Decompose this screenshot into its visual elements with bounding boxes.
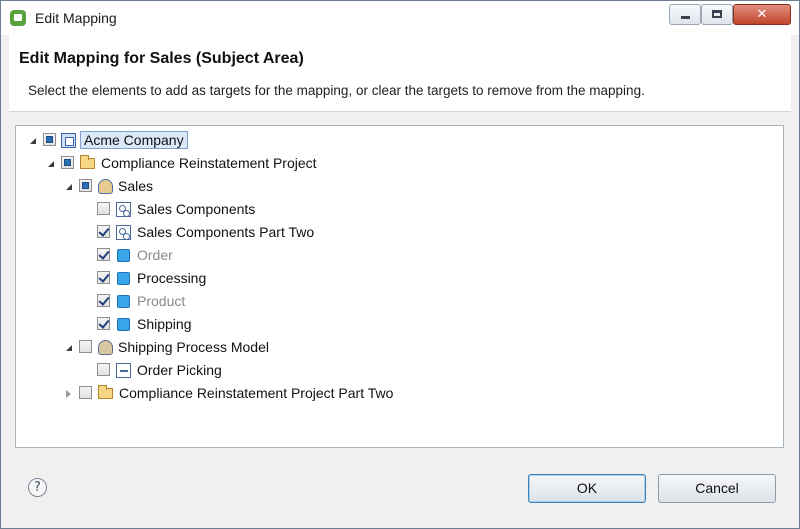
tree-item-label: Shipping — [137, 316, 192, 332]
tree-item-label: Sales Components — [137, 201, 256, 217]
tree-checkbox[interactable] — [97, 363, 110, 376]
maximize-button[interactable] — [701, 4, 733, 25]
tree-item-processing[interactable]: Processing — [97, 269, 397, 289]
close-icon: ✕ — [756, 7, 768, 22]
tree-checkbox[interactable] — [97, 317, 110, 330]
help-icon[interactable]: ? — [28, 478, 47, 497]
process-model-icon — [98, 340, 113, 355]
tree-item-label: Product — [137, 293, 186, 309]
entity-icon — [117, 295, 130, 308]
minimize-button[interactable] — [669, 4, 701, 25]
app-icon — [10, 10, 26, 26]
entity-icon — [117, 318, 130, 331]
tree-item-label: Processing — [137, 270, 207, 286]
dialog-header: Edit Mapping for Sales (Subject Area) Se… — [9, 35, 791, 112]
tree-item-label: Sales — [118, 178, 154, 194]
tree-checkbox[interactable] — [79, 386, 92, 399]
tree-checkbox[interactable] — [97, 271, 110, 284]
tree-checkbox[interactable] — [97, 202, 110, 215]
tree-checkbox[interactable] — [79, 179, 92, 192]
tree-item-order-picking[interactable]: Order Picking — [97, 361, 397, 381]
tree-item-compliance-project-part-two[interactable]: Compliance Reinstatement Project Part Tw… — [60, 384, 480, 404]
tree-checkbox[interactable] — [97, 294, 110, 307]
cancel-button[interactable]: Cancel — [658, 474, 776, 503]
title-bar[interactable]: Edit Mapping ✕ — [1, 1, 799, 35]
tree-expander[interactable] — [66, 345, 72, 351]
subject-area-icon — [98, 179, 113, 194]
tree-item-label: Sales Components Part Two — [137, 224, 315, 240]
components-icon — [116, 202, 131, 217]
tree-item-shipping-process-model[interactable]: Shipping Process Model — [60, 338, 360, 358]
dialog-description: Select the elements to add as targets fo… — [28, 83, 645, 98]
maximize-icon — [712, 10, 722, 18]
entity-icon — [117, 249, 130, 262]
tree-item-label: Order Picking — [137, 362, 222, 378]
tree-item-label: Compliance Reinstatement Project — [101, 155, 317, 171]
tree-item-acme-company[interactable]: Acme Company — [24, 131, 424, 151]
window-title: Edit Mapping — [35, 10, 117, 26]
tree-item-label: Acme Company — [80, 131, 188, 149]
tree-item-order[interactable]: Order — [97, 246, 397, 266]
tree-expander[interactable] — [66, 184, 72, 190]
entity-icon — [117, 272, 130, 285]
project-folder-icon — [98, 385, 113, 399]
ok-button[interactable]: OK — [528, 474, 646, 503]
tree-checkbox[interactable] — [97, 248, 110, 261]
tree-item-product[interactable]: Product — [97, 292, 397, 312]
tree-expander[interactable] — [48, 161, 54, 167]
tree-item-shipping[interactable]: Shipping — [97, 315, 397, 335]
tree-item-label: Order — [137, 247, 173, 263]
mapping-tree[interactable]: Acme Company Compliance Reinstatement Pr… — [15, 125, 784, 448]
tree-item-label: Shipping Process Model — [118, 339, 269, 355]
dialog-window: Edit Mapping ✕ Edit Mapping for Sales (S… — [0, 0, 800, 529]
project-folder-icon — [80, 155, 95, 169]
components-icon — [116, 225, 131, 240]
tree-item-sales-components[interactable]: Sales Components — [97, 200, 397, 220]
dialog-heading: Edit Mapping for Sales (Subject Area) — [19, 50, 304, 67]
tree-checkbox[interactable] — [43, 133, 56, 146]
process-icon — [116, 363, 131, 378]
tree-checkbox[interactable] — [61, 156, 74, 169]
tree-expander[interactable] — [30, 138, 36, 144]
tree-expander[interactable] — [66, 390, 71, 398]
tree-item-sales-components-part-two[interactable]: Sales Components Part Two — [97, 223, 397, 243]
tree-item-sales[interactable]: Sales — [60, 177, 360, 197]
close-button[interactable]: ✕ — [733, 4, 791, 25]
minimize-icon — [681, 16, 690, 19]
tree-item-label: Compliance Reinstatement Project Part Tw… — [119, 385, 394, 401]
tree-checkbox[interactable] — [79, 340, 92, 353]
company-icon — [61, 133, 76, 148]
tree-checkbox[interactable] — [97, 225, 110, 238]
tree-item-compliance-project[interactable]: Compliance Reinstatement Project — [42, 154, 442, 174]
